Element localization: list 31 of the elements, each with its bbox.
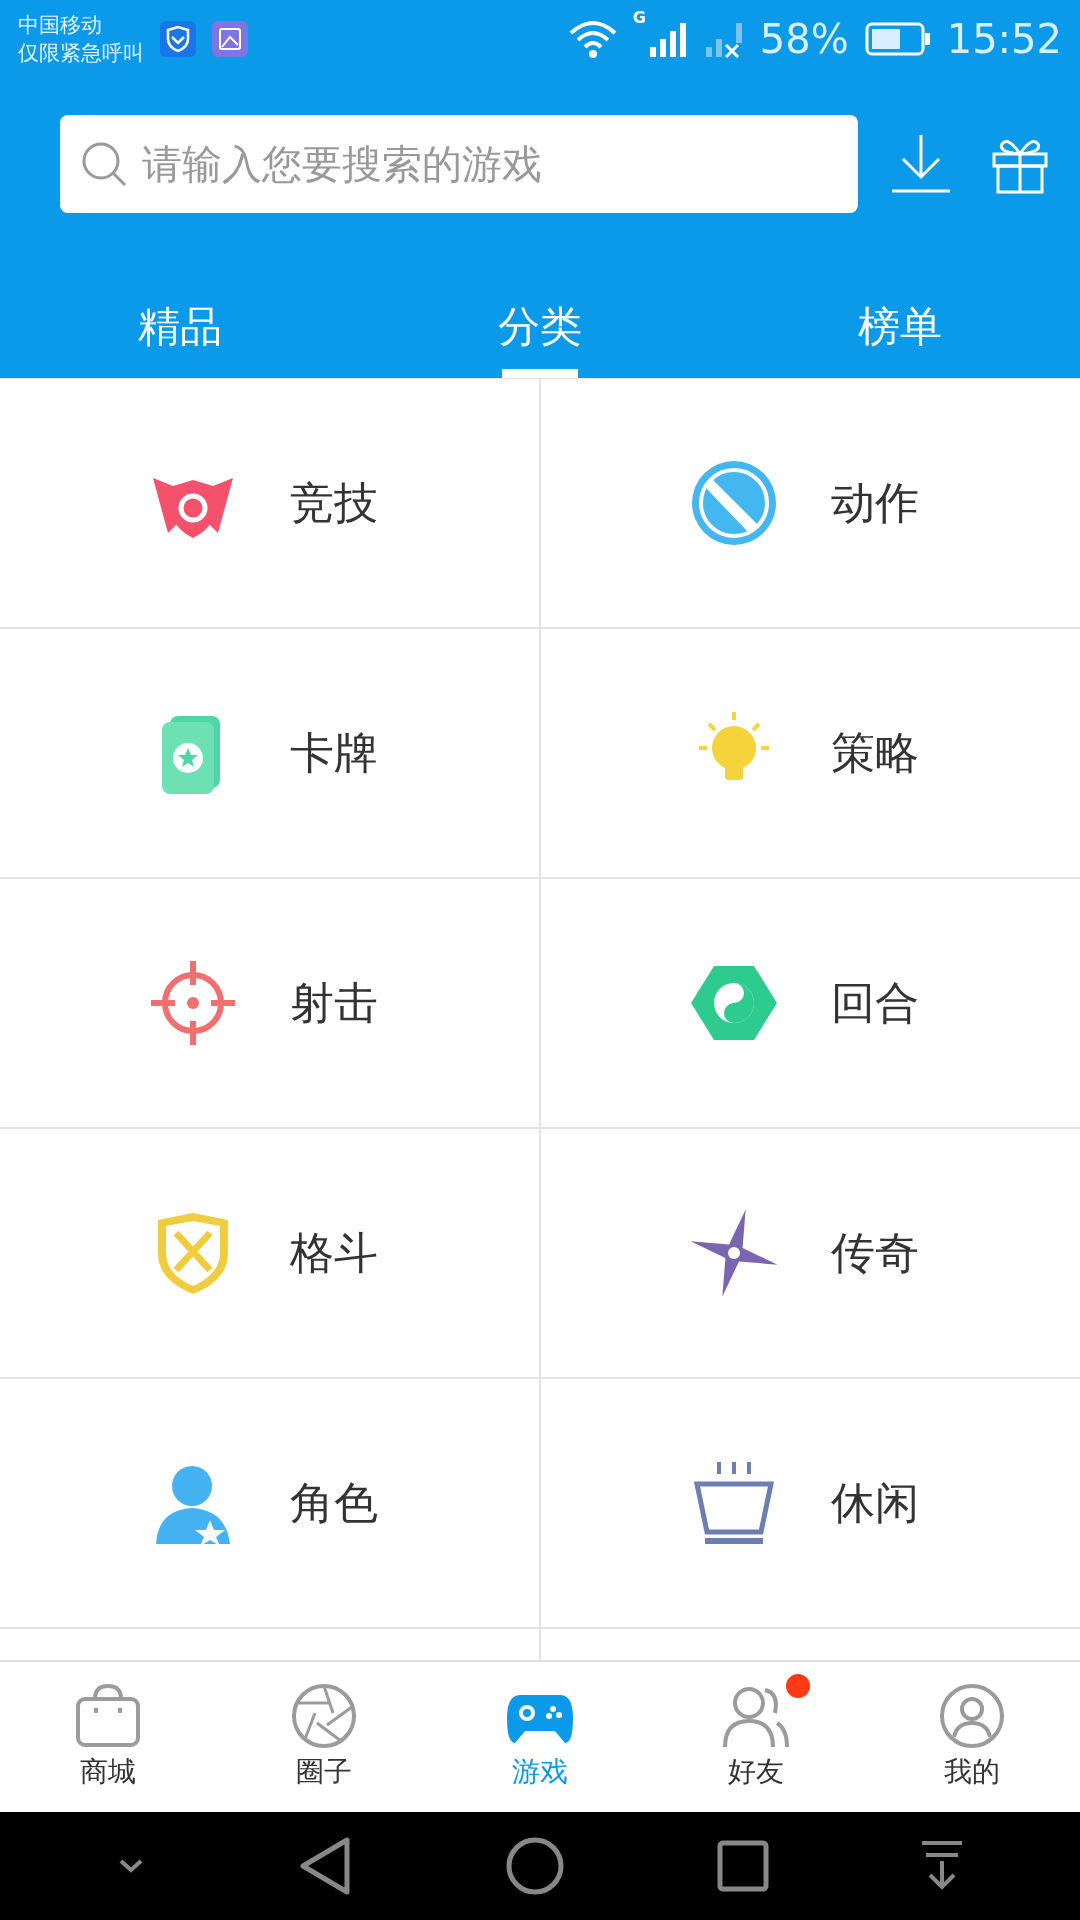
shield-check-icon — [160, 21, 196, 57]
battery-percent: 58% — [759, 16, 849, 62]
category-tile[interactable]: 回合 — [541, 879, 1080, 1127]
crosshair-icon — [148, 958, 238, 1048]
shopping-bag-icon — [73, 1683, 143, 1749]
nav-tab[interactable]: 圈子 — [216, 1662, 432, 1812]
category-tile[interactable]: 格斗 — [0, 1129, 539, 1377]
search-icon — [80, 140, 128, 188]
category-tile[interactable]: 卡牌 — [0, 629, 539, 877]
network-type-label: G — [632, 8, 646, 27]
nav-tab[interactable]: 我的 — [864, 1662, 1080, 1812]
battery-icon — [864, 22, 931, 56]
wifi-icon — [568, 19, 617, 59]
search-bar[interactable]: 请输入您要搜索的游戏 — [60, 115, 858, 213]
category-tile[interactable]: 角色 — [0, 1379, 539, 1627]
category-tile[interactable]: 竞技 — [0, 379, 539, 627]
aperture-icon — [289, 1683, 359, 1749]
shuriken-icon — [689, 1208, 779, 1298]
notification-dot — [786, 1674, 810, 1698]
category-tile[interactable]: 策略 — [541, 629, 1080, 877]
carrier-name: 中国移动 — [18, 12, 103, 39]
emergency-calls-note: 仅限紧急呼叫 — [18, 40, 144, 67]
nav-tab[interactable]: 好友 — [648, 1662, 864, 1812]
category-tile[interactable]: 射击 — [0, 879, 539, 1127]
image-icon — [212, 21, 248, 57]
nav-tab[interactable]: 商城 — [0, 1662, 216, 1812]
category-tile[interactable]: 传奇 — [541, 1129, 1080, 1377]
clock: 15:52 — [946, 16, 1062, 62]
category-tile[interactable]: 动作 — [541, 379, 1080, 627]
user-icon — [937, 1683, 1007, 1749]
category-tile[interactable]: 休闲 — [541, 1379, 1080, 1627]
